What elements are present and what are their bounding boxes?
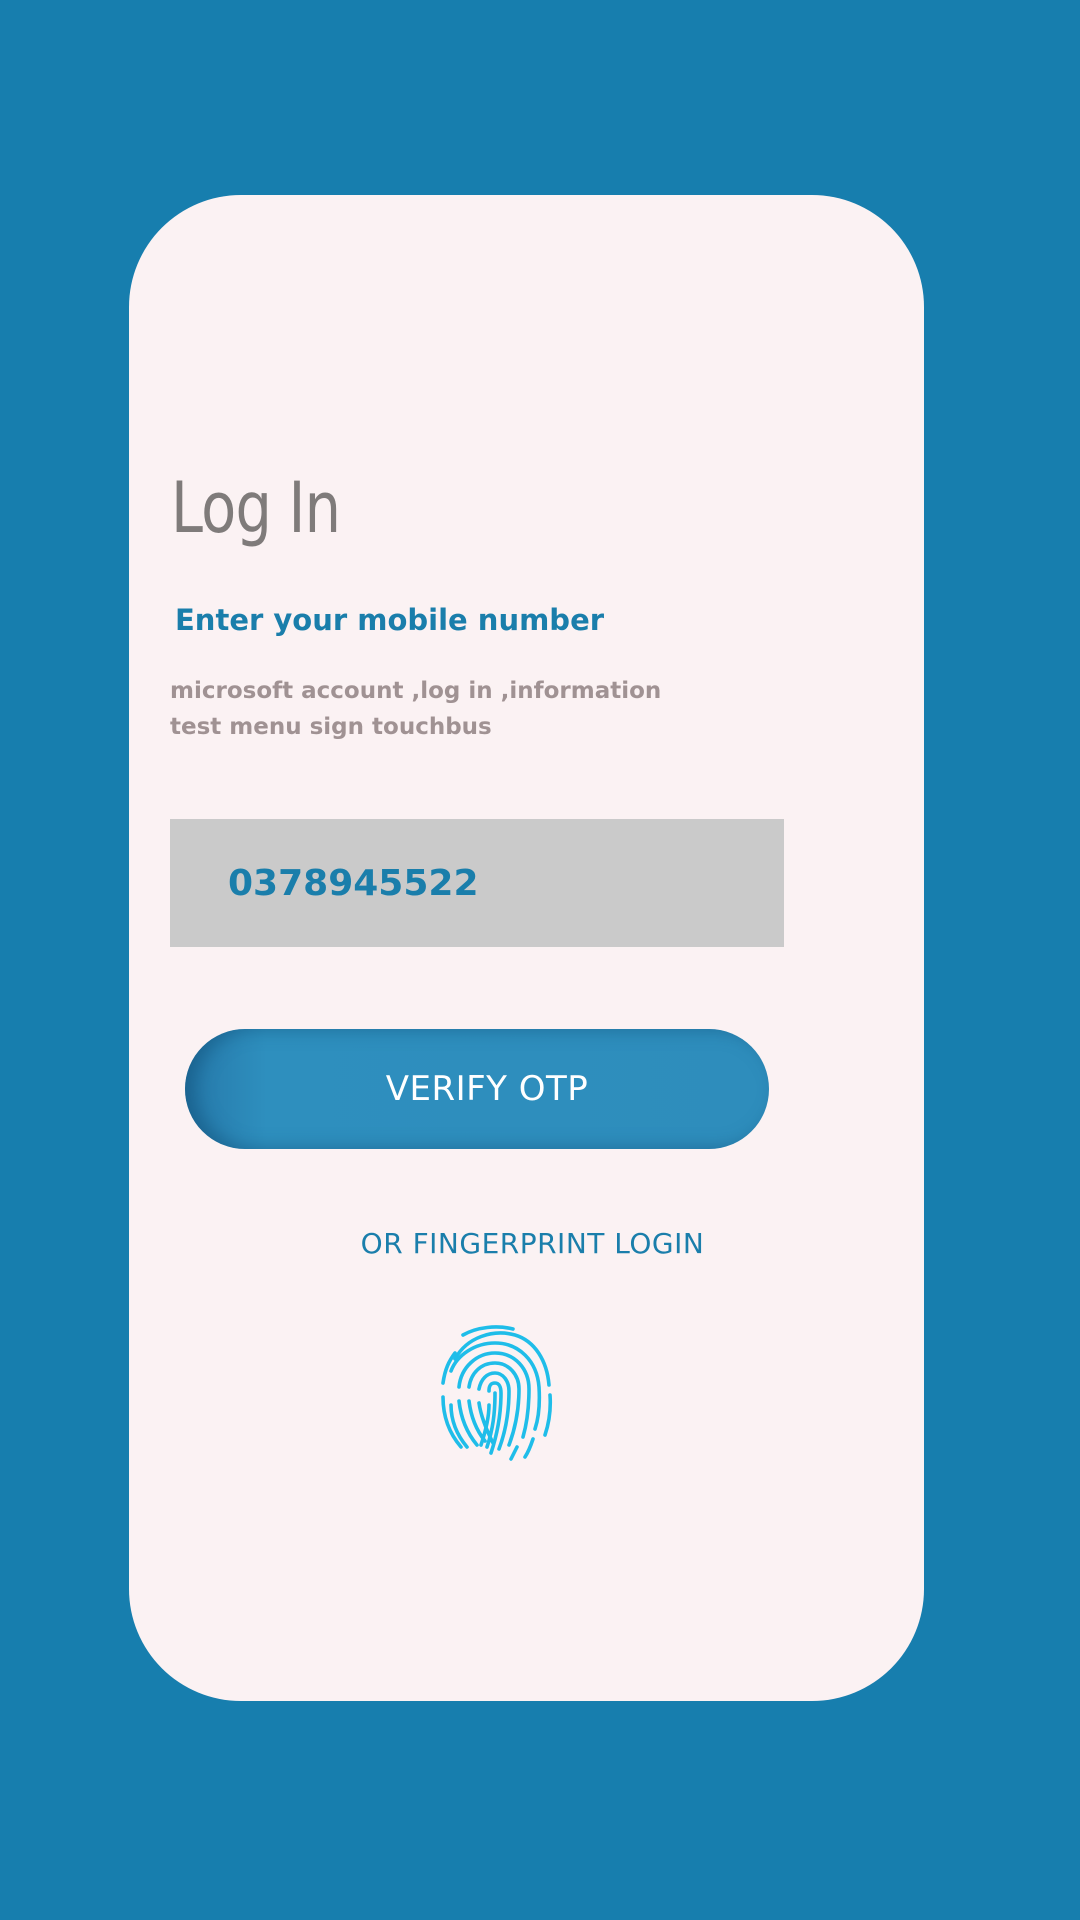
verify-otp-label: VERIFY OTP — [385, 1069, 589, 1109]
mobile-number-value[interactable]: 0378945522 — [228, 863, 479, 904]
page-title: Log In — [171, 467, 341, 549]
verify-otp-button[interactable]: VERIFY OTP — [185, 1029, 769, 1149]
fingerprint-login-label: OR FINGERPRINT LOGIN — [360, 1227, 705, 1260]
login-card: Log In Enter your mobile number microsof… — [129, 195, 924, 1701]
login-description: microsoft account ,log in ,information t… — [170, 678, 662, 740]
mobile-number-field[interactable]: 0378945522 — [170, 819, 784, 947]
fingerprint-icon[interactable] — [433, 1321, 557, 1461]
mobile-number-heading: Enter your mobile number — [175, 603, 605, 637]
